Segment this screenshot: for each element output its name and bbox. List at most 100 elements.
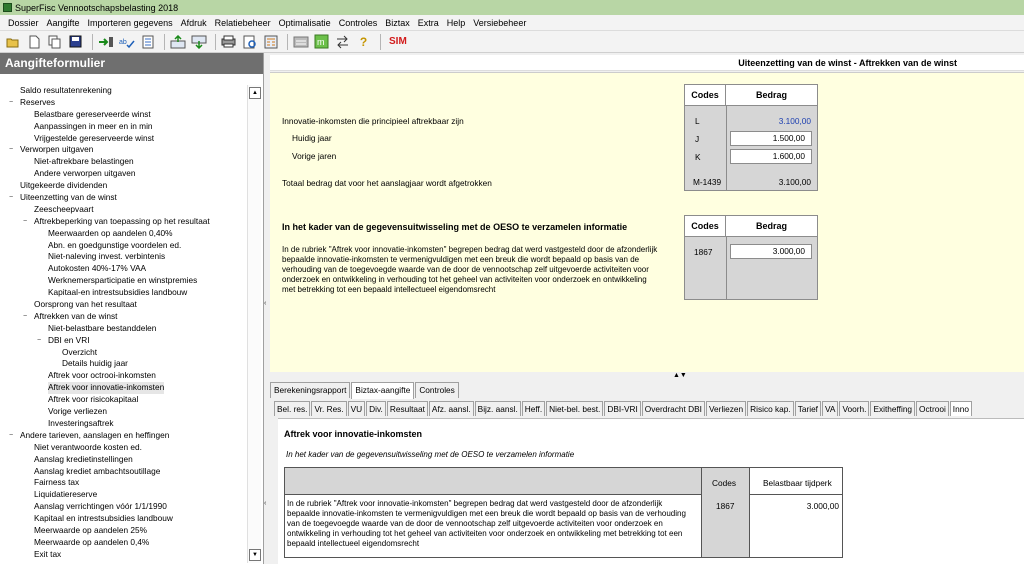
- sidebar-item[interactable]: Werknemersparticipatie en winstpremies: [0, 275, 246, 287]
- save-icon[interactable]: [67, 33, 84, 50]
- collapse-icon[interactable]: −: [9, 192, 13, 204]
- sub-tab[interactable]: Bel. res.: [274, 401, 311, 416]
- sidebar-item[interactable]: Aftrek voor risicokapitaal: [0, 394, 246, 406]
- collapse-icon[interactable]: −: [37, 335, 41, 347]
- sub-tab[interactable]: Niet-bel. best.: [546, 401, 604, 416]
- menu-item[interactable]: Help: [443, 18, 470, 28]
- import-icon[interactable]: [97, 33, 114, 50]
- menu-item[interactable]: Extra: [414, 18, 443, 28]
- sidebar-item[interactable]: Niet-aftrekbare belastingen: [0, 156, 246, 168]
- sidebar-item[interactable]: Aanslag krediet ambachtsoutillage: [0, 466, 246, 478]
- document-list-icon[interactable]: [139, 33, 156, 50]
- sub-tab[interactable]: DBI-VRI: [604, 401, 641, 416]
- menu-item[interactable]: Importeren gegevens: [84, 18, 177, 28]
- exchange-icon[interactable]: [334, 33, 351, 50]
- menu-item[interactable]: Optimalisatie: [275, 18, 335, 28]
- sub-tab[interactable]: Inno: [949, 401, 972, 416]
- sidebar-item[interactable]: Aanpassingen in meer en in min: [0, 121, 246, 133]
- sidebar-item[interactable]: Aftrek voor octrooi-inkomsten: [0, 370, 246, 382]
- sidebar-item[interactable]: Exit tax: [0, 549, 246, 561]
- sim-button[interactable]: SIM: [389, 36, 407, 47]
- menu-item[interactable]: Afdruk: [177, 18, 211, 28]
- sidebar-item[interactable]: Vorige verliezen: [0, 406, 246, 418]
- sidebar-item[interactable]: Uitgekeerde dividenden: [0, 180, 246, 192]
- collapse-icon[interactable]: −: [23, 216, 27, 228]
- scroll-down-icon[interactable]: ▼: [249, 549, 261, 561]
- sidebar-item[interactable]: Liquidatiereserve: [0, 489, 246, 501]
- sidebar-item[interactable]: Abn. en goedgunstige voordelen ed.: [0, 240, 246, 252]
- sidebar-item[interactable]: Investeringsaftrek: [0, 418, 246, 430]
- sub-tab[interactable]: Heff.: [521, 401, 546, 416]
- menu-item[interactable]: Dossier: [4, 18, 43, 28]
- main-tab[interactable]: Biztax-aangifte: [351, 382, 415, 399]
- preview-icon[interactable]: [241, 33, 258, 50]
- sidebar-item[interactable]: Kapitaal-en intrestsubsidies landbouw: [0, 287, 246, 299]
- sidebar-item[interactable]: Meerwaarden op aandelen 0,40%: [0, 228, 246, 240]
- sub-tab[interactable]: Verliezen: [705, 401, 747, 416]
- sub-tab[interactable]: Tarief: [794, 401, 821, 416]
- sidebar-item[interactable]: Saldo resultatenrekening: [0, 85, 246, 97]
- sidebar-item[interactable]: − Verworpen uitgaven: [0, 144, 246, 156]
- menu-item[interactable]: Aangifte: [43, 18, 84, 28]
- sidebar-item[interactable]: − Aftrekken van de winst: [0, 311, 246, 323]
- sub-tab[interactable]: Afz. aansl.: [428, 401, 474, 416]
- sidebar-item[interactable]: − Aftrekbeperking van toepassing op het r…: [0, 216, 246, 228]
- panel-resize-arrows-icon[interactable]: ▲▼: [673, 372, 687, 379]
- value-k-field[interactable]: 1.600,00: [730, 149, 812, 164]
- sub-tab[interactable]: Resultaat: [386, 401, 428, 416]
- value-j-field[interactable]: 1.500,00: [730, 131, 812, 146]
- scroll-up-icon[interactable]: ▲: [249, 87, 261, 99]
- sub-tab[interactable]: Div.: [366, 401, 386, 416]
- sidebar-item[interactable]: Meerwaarde op aandelen 0,4%: [0, 537, 246, 549]
- sidebar-item[interactable]: Aanslag kredietinstellingen: [0, 454, 246, 466]
- sidebar-item[interactable]: Niet-belastbare bestanddelen: [0, 323, 246, 335]
- sidebar-item[interactable]: Details huidig jaar: [0, 358, 246, 370]
- sub-tab[interactable]: Overdracht DBI: [641, 401, 705, 416]
- menu-item[interactable]: Biztax: [381, 18, 414, 28]
- sidebar-item[interactable]: Vrijgestelde gereserveerde winst: [0, 133, 246, 145]
- sidebar-item[interactable]: Meerwaarde op aandelen 25%: [0, 525, 246, 537]
- sidebar-item[interactable]: − Andere tarieven, aanslagen en heffingen: [0, 430, 246, 442]
- sub-tab[interactable]: Voorh.: [839, 401, 870, 416]
- calculator-icon[interactable]: [262, 33, 279, 50]
- sidebar-item[interactable]: Fairness tax: [0, 477, 246, 489]
- main-tab[interactable]: Berekeningsrapport: [270, 382, 351, 398]
- sidebar-item[interactable]: Aanslag verrichtingen vóór 1/1/1990: [0, 501, 246, 513]
- sidebar-scrollbar[interactable]: ▲ ▼: [247, 85, 261, 563]
- menu-item[interactable]: Versiebeheer: [469, 18, 530, 28]
- collapse-icon[interactable]: −: [23, 311, 27, 323]
- value-1867-field[interactable]: 3.000,00: [730, 244, 812, 259]
- sidebar-item[interactable]: Oorsprong van het resultaat: [0, 299, 246, 311]
- sidebar-item[interactable]: Belastbare gereserveerde winst: [0, 109, 246, 121]
- sidebar-item[interactable]: Niet-naleving invest. verbintenis: [0, 251, 246, 263]
- sidebar-item[interactable]: Overzicht: [0, 347, 246, 359]
- upload-icon[interactable]: [169, 33, 186, 50]
- new-document-icon[interactable]: [25, 33, 42, 50]
- print-icon[interactable]: [220, 33, 237, 50]
- sub-tab[interactable]: Exitheffing: [870, 401, 916, 416]
- collapse-icon[interactable]: −: [9, 144, 13, 156]
- download-icon[interactable]: [190, 33, 207, 50]
- sidebar-item[interactable]: Autokosten 40%-17% VAA: [0, 263, 246, 275]
- menu-item[interactable]: Relatiebeheer: [211, 18, 275, 28]
- sidebar-item[interactable]: Kapitaal en intrestsubsidies landbouw: [0, 513, 246, 525]
- copy-icon[interactable]: [46, 33, 63, 50]
- sub-tab[interactable]: Bijz. aansl.: [474, 401, 521, 416]
- open-folder-icon[interactable]: [4, 33, 21, 50]
- sidebar-item[interactable]: Andere verworpen uitgaven: [0, 168, 246, 180]
- collapse-icon[interactable]: −: [9, 97, 13, 109]
- sidebar-item[interactable]: − Reserves: [0, 97, 246, 109]
- help-question-icon[interactable]: ?: [355, 33, 372, 50]
- sub-tab[interactable]: VA: [822, 401, 839, 416]
- main-tab[interactable]: Controles: [415, 382, 459, 398]
- sidebar-item[interactable]: − Uiteenzetting van de winst: [0, 192, 246, 204]
- sidebar-item[interactable]: − DBI en VRI: [0, 335, 246, 347]
- menu-item[interactable]: Controles: [335, 18, 382, 28]
- abc-check-icon[interactable]: ab: [118, 33, 135, 50]
- sidebar-item[interactable]: Aftrek voor innovatie-inkomsten: [0, 382, 246, 395]
- calendar-icon[interactable]: [292, 33, 309, 50]
- green-tool-icon[interactable]: m: [313, 33, 330, 50]
- sub-tab[interactable]: VU: [347, 401, 366, 416]
- collapse-icon[interactable]: −: [9, 430, 13, 442]
- sidebar-item[interactable]: Niet verantwoorde kosten ed.: [0, 442, 246, 454]
